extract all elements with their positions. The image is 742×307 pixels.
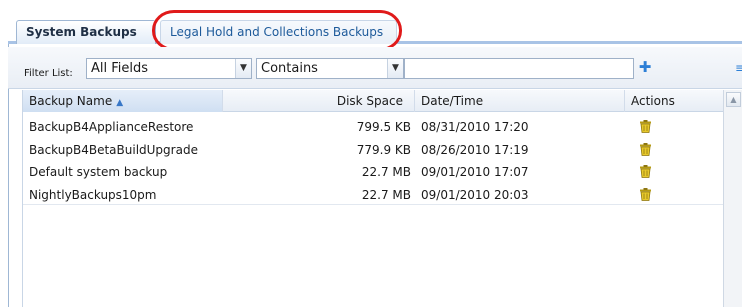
plus-icon[interactable]: ✚ bbox=[638, 60, 652, 75]
trash-icon[interactable] bbox=[635, 187, 665, 202]
vertical-scrollbar[interactable]: ▲ bbox=[723, 90, 742, 307]
filter-field-value: All Fields bbox=[91, 61, 149, 76]
column-header-disk-space[interactable]: Disk Space bbox=[223, 90, 415, 112]
table-row[interactable]: Default system backup 22.7 MB 09/01/2010… bbox=[23, 161, 723, 184]
column-header-actions: Actions bbox=[631, 94, 675, 108]
column-header-date-time[interactable]: Date/Time bbox=[415, 90, 625, 112]
filter-text-input[interactable] bbox=[404, 58, 634, 79]
disk-space: 779.9 KB bbox=[356, 142, 411, 157]
date-time: 09/01/2010 17:07 bbox=[421, 165, 529, 179]
filter-operator-value: Contains bbox=[261, 61, 318, 76]
highlight-annotation bbox=[152, 10, 402, 51]
disk-space: 22.7 MB bbox=[361, 165, 411, 179]
filter-list-label: Filter List: bbox=[24, 68, 73, 79]
backup-name: BackupB4BetaBuildUpgrade bbox=[29, 142, 198, 157]
backup-name: Default system backup bbox=[29, 165, 168, 179]
disk-space: 799.5 KB bbox=[356, 120, 411, 134]
chevron-down-icon[interactable]: ▼ bbox=[235, 59, 251, 78]
trash-icon[interactable] bbox=[635, 165, 665, 179]
filter-operator-select[interactable]: Contains ▼ bbox=[256, 58, 404, 79]
filter-field-select[interactable]: All Fields ▼ bbox=[86, 58, 252, 79]
sort-ascending-icon: ▲ bbox=[116, 98, 124, 108]
chevron-down-icon[interactable]: ▼ bbox=[387, 59, 403, 78]
table-header: Backup Name ▲ Disk Space Date/Time Action… bbox=[23, 90, 723, 112]
date-time: 08/26/2010 17:19 bbox=[421, 142, 529, 157]
backup-name: NightlyBackups10pm bbox=[29, 187, 157, 202]
date-time: 08/31/2010 17:20 bbox=[421, 120, 529, 134]
table-body-divider bbox=[23, 204, 723, 205]
trash-icon[interactable] bbox=[635, 120, 665, 134]
filter-toolbar: Filter List: All Fields ▼ Contains ▼ ✚ ≡ bbox=[8, 47, 742, 89]
backup-name: BackupB4ApplianceRestore bbox=[29, 120, 194, 134]
table-row[interactable]: BackupB4ApplianceRestore 799.5 KB 08/31/… bbox=[23, 116, 723, 139]
column-header-backup-name[interactable]: Backup Name ▲ bbox=[23, 90, 223, 112]
column-header-label: Backup Name bbox=[29, 94, 113, 108]
tab-system-backups[interactable]: System Backups bbox=[16, 20, 156, 44]
date-time: 09/01/2010 20:03 bbox=[421, 187, 529, 202]
disk-space: 22.7 MB bbox=[361, 187, 411, 202]
table-body: BackupB4ApplianceRestore 799.5 KB 08/31/… bbox=[23, 116, 723, 206]
table-row[interactable]: NightlyBackups10pm 22.7 MB 09/01/2010 20… bbox=[23, 184, 723, 207]
backups-table: Backup Name ▲ Disk Space Date/Time Action… bbox=[22, 90, 742, 307]
trash-icon[interactable] bbox=[635, 142, 665, 157]
table-row[interactable]: BackupB4BetaBuildUpgrade 779.9 KB 08/26/… bbox=[23, 139, 723, 162]
export-icon[interactable]: ≡ bbox=[735, 61, 742, 75]
scroll-up-icon[interactable]: ▲ bbox=[726, 92, 741, 107]
